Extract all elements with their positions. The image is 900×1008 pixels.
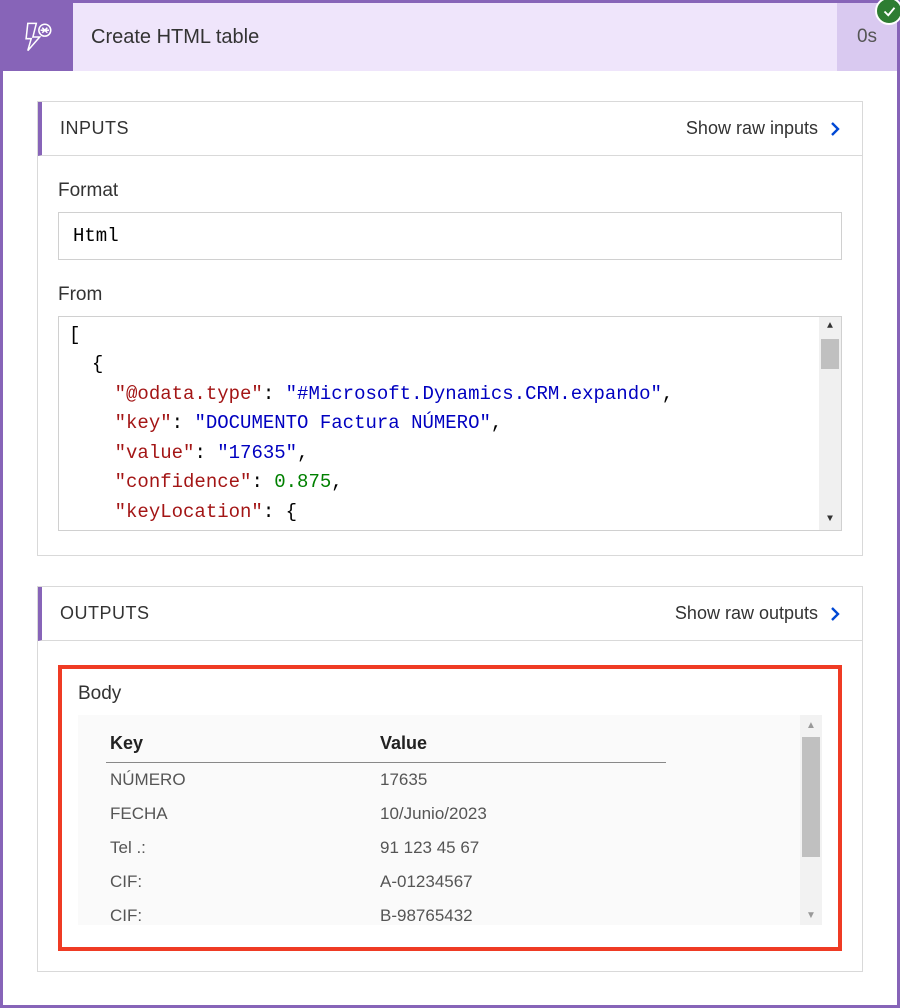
inputs-title: INPUTS	[60, 118, 686, 139]
table-row: NÚMERO17635	[106, 763, 666, 798]
show-raw-inputs-link[interactable]: Show raw inputs	[686, 118, 844, 139]
outputs-header: OUTPUTS Show raw outputs	[38, 587, 862, 641]
table-cell-key: FECHA	[106, 797, 376, 831]
from-label: From	[58, 284, 842, 306]
scroll-down-icon[interactable]: ▼	[819, 510, 841, 530]
table-cell-value: 17635	[376, 763, 666, 798]
table-cell-value: B-98765432	[376, 899, 666, 933]
inputs-section: INPUTS Show raw inputs Format Html From …	[37, 101, 863, 556]
table-cell-key: CIF:	[106, 865, 376, 899]
from-field: From [ { "@odata.type": "#Microsoft.Dyna…	[58, 284, 842, 531]
chevron-right-icon	[826, 605, 844, 623]
body-content[interactable]: Key Value NÚMERO17635FECHA10/Junio/2023T…	[78, 715, 822, 925]
inputs-header: INPUTS Show raw inputs	[38, 102, 862, 156]
table-cell-value: A-01234567	[376, 865, 666, 899]
outputs-title: OUTPUTS	[60, 603, 675, 624]
table-header-key: Key	[106, 727, 376, 763]
format-value[interactable]: Html	[58, 212, 842, 260]
data-operations-icon	[3, 3, 73, 71]
format-field: Format Html	[58, 180, 842, 260]
scroll-thumb[interactable]	[821, 339, 839, 369]
format-label: Format	[58, 180, 842, 202]
table-cell-value: 10/Junio/2023	[376, 797, 666, 831]
scroll-up-icon[interactable]: ▲	[800, 715, 822, 735]
table-cell-key: CIF:	[106, 899, 376, 933]
action-header: Create HTML table 0s	[3, 3, 897, 71]
table-header-value: Value	[376, 727, 666, 763]
body-highlight: Body Key Value NÚMERO17635FECHA10/Junio/…	[58, 665, 842, 951]
table-row: FECHA10/Junio/2023	[106, 797, 666, 831]
table-cell-key: Tel .:	[106, 831, 376, 865]
chevron-right-icon	[826, 120, 844, 138]
action-title: Create HTML table	[73, 3, 837, 71]
show-raw-outputs-link[interactable]: Show raw outputs	[675, 603, 844, 624]
success-badge	[875, 0, 900, 25]
from-code-box[interactable]: [ { "@odata.type": "#Microsoft.Dynamics.…	[58, 316, 842, 531]
table-row: CIF:B-98765432	[106, 899, 666, 933]
table-row: Tel .:91 123 45 67	[106, 831, 666, 865]
table-cell-key: NÚMERO	[106, 763, 376, 798]
scroll-up-icon[interactable]: ▲	[819, 317, 841, 337]
scroll-thumb[interactable]	[802, 737, 820, 857]
body-label: Body	[78, 683, 822, 705]
table-row: CIF:A-01234567	[106, 865, 666, 899]
vertical-scrollbar[interactable]: ▲ ▼	[819, 317, 841, 530]
outputs-section: OUTPUTS Show raw outputs Body Key Value	[37, 586, 863, 972]
show-raw-outputs-label: Show raw outputs	[675, 603, 818, 624]
scroll-down-icon[interactable]: ▼	[800, 905, 822, 925]
vertical-scrollbar[interactable]: ▲ ▼	[800, 715, 822, 925]
show-raw-inputs-label: Show raw inputs	[686, 118, 818, 139]
table-cell-value: 91 123 45 67	[376, 831, 666, 865]
output-table: Key Value NÚMERO17635FECHA10/Junio/2023T…	[106, 727, 666, 933]
